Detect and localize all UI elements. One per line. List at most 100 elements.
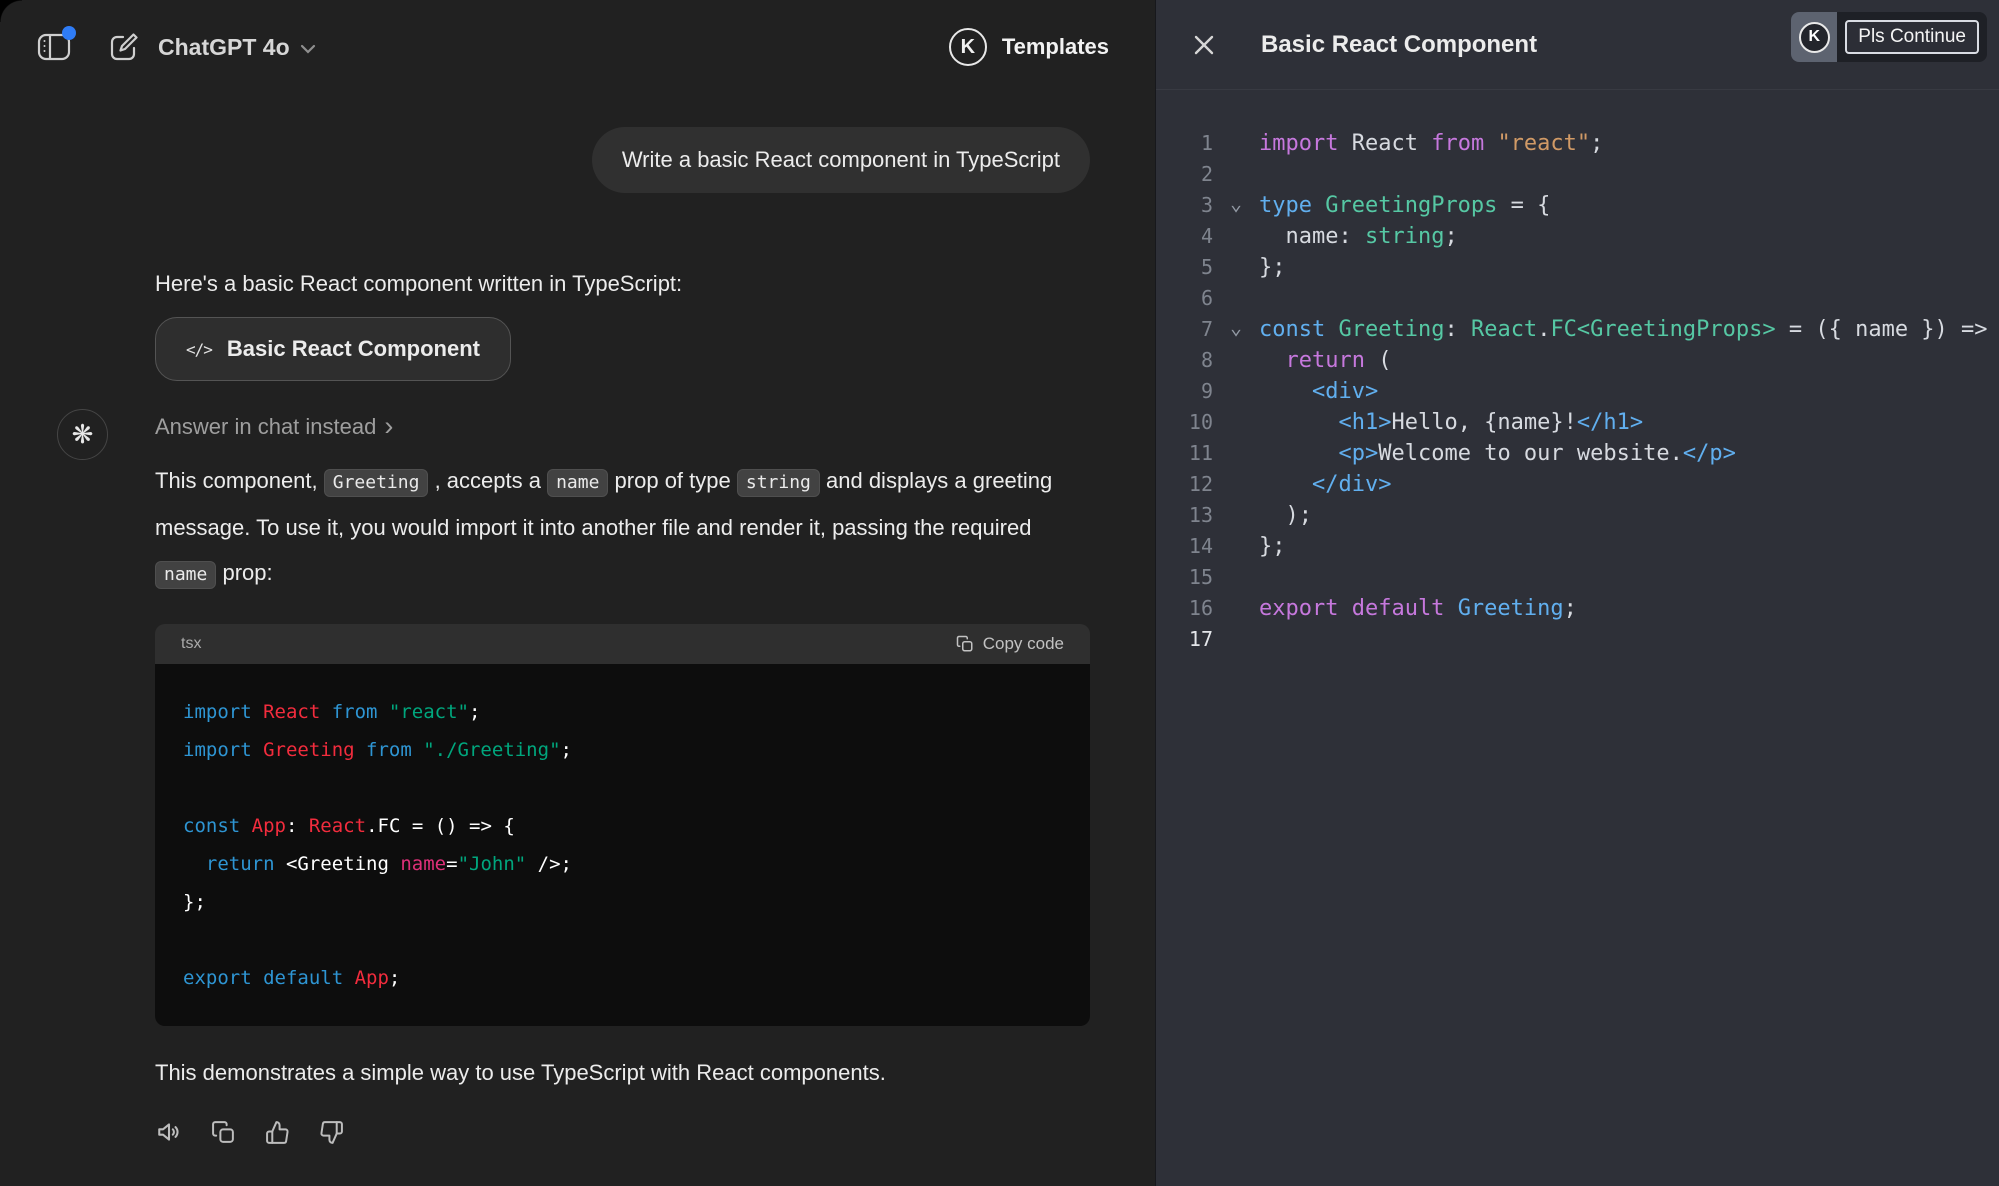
- answer-in-chat-label: Answer in chat instead: [155, 414, 376, 440]
- sidebar-toggle-button[interactable]: [34, 27, 74, 67]
- thumbs-up-button[interactable]: [263, 1118, 291, 1146]
- compose-icon: [108, 31, 140, 63]
- code-line: return <Greeting name="John" />;: [183, 845, 1062, 883]
- answer-in-chat-link[interactable]: Answer in chat instead ›: [155, 414, 393, 440]
- chat-header: ChatGPT 4o K Templates: [0, 0, 1155, 90]
- editor-line[interactable]: 11 <p>Welcome to our website.</p>: [1156, 438, 1999, 469]
- code-line: export default App;: [183, 959, 1062, 997]
- code-language-label: tsx: [181, 635, 201, 653]
- editor-line[interactable]: 5 };: [1156, 252, 1999, 283]
- fold-gutter: [1213, 531, 1259, 562]
- fold-gutter: [1213, 562, 1259, 593]
- editor-line[interactable]: 17: [1156, 624, 1999, 655]
- editor-line[interactable]: 4 name: string;: [1156, 221, 1999, 252]
- editor-line[interactable]: 12 </div>: [1156, 469, 1999, 500]
- new-chat-button[interactable]: [104, 27, 144, 67]
- read-aloud-button[interactable]: [155, 1118, 183, 1146]
- editor-line-code: type GreetingProps = {: [1259, 190, 1999, 221]
- chevron-down-icon: [300, 44, 316, 54]
- fold-chevron-icon[interactable]: ⌄: [1213, 314, 1259, 345]
- extension-avatar[interactable]: K: [949, 28, 987, 66]
- canvas-title: Basic React Component: [1261, 31, 1537, 59]
- fold-gutter: [1213, 500, 1259, 531]
- fold-chevron-icon[interactable]: ⌄: [1213, 190, 1259, 221]
- close-canvas-button[interactable]: [1189, 30, 1219, 60]
- pls-continue-button[interactable]: Pls Continue: [1845, 20, 1979, 54]
- paragraph-text: prop:: [216, 560, 272, 585]
- openai-logo-icon: ❋: [57, 409, 108, 460]
- editor-line[interactable]: 2: [1156, 159, 1999, 190]
- editor-line-code: </div>: [1259, 469, 1999, 500]
- editor-line[interactable]: 16 export default Greeting;: [1156, 593, 1999, 624]
- chat-code-lines: import React from "react";import Greetin…: [155, 664, 1090, 1026]
- paragraph-text: prop of type: [608, 468, 736, 493]
- editor-line[interactable]: 3⌄type GreetingProps = {: [1156, 190, 1999, 221]
- canvas-panel: Basic React Component K Pls Continue 1 i…: [1155, 0, 1999, 1186]
- line-number: 8: [1156, 345, 1213, 376]
- canvas-card-button[interactable]: </> Basic React Component: [155, 317, 511, 381]
- assistant-paragraph: This component, Greeting , accepts a nam…: [155, 458, 1095, 597]
- thumbs-up-icon: [265, 1120, 290, 1145]
- editor-line[interactable]: 13 );: [1156, 500, 1999, 531]
- extension-avatar-letter: K: [1799, 22, 1830, 53]
- line-number: 16: [1156, 593, 1213, 624]
- editor-line-code: const Greeting: React.FC<GreetingProps> …: [1259, 314, 1999, 345]
- editor-line-code: <p>Welcome to our website.</p>: [1259, 438, 1999, 469]
- copy-code-label: Copy code: [983, 634, 1064, 654]
- editor-line-code: <h1>Hello, {name}!</h1>: [1259, 407, 1999, 438]
- fold-gutter: [1213, 252, 1259, 283]
- templates-button[interactable]: Templates: [1002, 34, 1109, 60]
- code-line: import React from "react";: [183, 693, 1062, 731]
- line-number: 2: [1156, 159, 1213, 190]
- code-line: };: [183, 883, 1062, 921]
- inline-code-chip: name: [155, 561, 216, 589]
- chat-panel: ChatGPT 4o K Templates Write a basic Rea…: [0, 0, 1155, 1186]
- line-number: 7: [1156, 314, 1213, 345]
- editor-line[interactable]: 9 <div>: [1156, 376, 1999, 407]
- line-number: 3: [1156, 190, 1213, 221]
- line-number: 1: [1156, 128, 1213, 159]
- editor-line[interactable]: 1 import React from "react";: [1156, 128, 1999, 159]
- editor-line-code: export default Greeting;: [1259, 593, 1999, 624]
- extension-avatar-tile[interactable]: K: [1791, 12, 1837, 62]
- paragraph-text: This component,: [155, 468, 324, 493]
- editor-line[interactable]: 14 };: [1156, 531, 1999, 562]
- notification-dot: [62, 26, 76, 40]
- line-number: 15: [1156, 562, 1213, 593]
- editor-line-code: };: [1259, 531, 1999, 562]
- assistant-message: ❋ Here's a basic React component written…: [155, 268, 1090, 1146]
- editor-line-code: import React from "react";: [1259, 128, 1999, 159]
- editor-line[interactable]: 15: [1156, 562, 1999, 593]
- fold-gutter: [1213, 159, 1259, 190]
- speaker-icon: [156, 1119, 182, 1145]
- line-number: 4: [1156, 221, 1213, 252]
- extension-widget: K Pls Continue: [1791, 12, 1987, 62]
- copy-message-button[interactable]: [209, 1118, 237, 1146]
- editor-line[interactable]: 6: [1156, 283, 1999, 314]
- fold-gutter: [1213, 345, 1259, 376]
- thumbs-down-button[interactable]: [317, 1118, 345, 1146]
- canvas-header: Basic React Component K Pls Continue: [1156, 0, 1999, 90]
- editor-line[interactable]: 10 <h1>Hello, {name}!</h1>: [1156, 407, 1999, 438]
- fold-gutter: [1213, 593, 1259, 624]
- line-number: 14: [1156, 531, 1213, 562]
- canvas-code-editor[interactable]: 1 import React from "react";2 3⌄type Gre…: [1156, 90, 1999, 655]
- fold-gutter: [1213, 624, 1259, 655]
- model-selector[interactable]: ChatGPT 4o: [158, 34, 316, 61]
- code-line: import Greeting from "./Greeting";: [183, 731, 1062, 769]
- copy-code-button[interactable]: Copy code: [956, 634, 1064, 654]
- editor-line[interactable]: 7⌄const Greeting: React.FC<GreetingProps…: [1156, 314, 1999, 345]
- fold-gutter: [1213, 376, 1259, 407]
- editor-line-code: [1259, 283, 1999, 314]
- chat-code-block: tsx Copy code import React from "react";…: [155, 624, 1090, 1026]
- chevron-right-icon: ›: [384, 416, 393, 436]
- code-line: [183, 921, 1062, 959]
- line-number: 13: [1156, 500, 1213, 531]
- line-number: 12: [1156, 469, 1213, 500]
- fold-gutter: [1213, 283, 1259, 314]
- editor-line-code: name: string;: [1259, 221, 1999, 252]
- code-block-header: tsx Copy code: [155, 624, 1090, 664]
- editor-line-code: [1259, 159, 1999, 190]
- fold-gutter: [1213, 221, 1259, 252]
- editor-line[interactable]: 8 return (: [1156, 345, 1999, 376]
